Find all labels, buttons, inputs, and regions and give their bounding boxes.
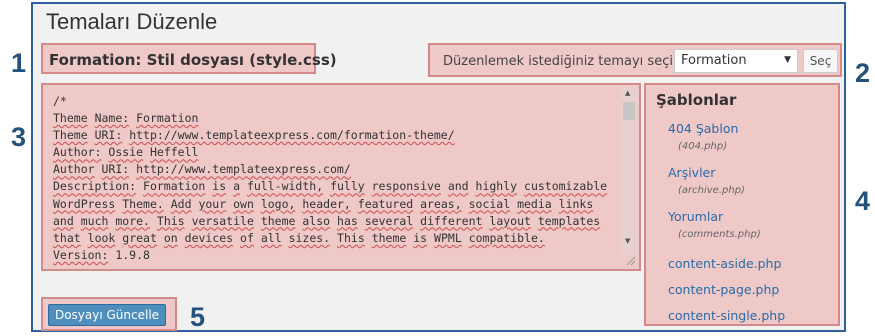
page-title: Temaları Düzenle [46,9,218,34]
theme-picker-label: Düzenlemek istediğiniz temayı seçin: [443,54,686,69]
template-item[interactable]: content-page.php [668,282,779,297]
templates-sidebar: Şablonlar 404 Şablon (404.php) Arşivler … [644,83,840,326]
code-line: Description: Formation is a full-width, … [53,179,608,194]
scroll-down-icon[interactable]: ▼ [625,237,630,245]
code-line: Theme URI: http://www.templateexpress.co… [53,128,455,143]
code-editor-text[interactable]: /* Theme Name: Formation Theme URI: http:/… [53,93,621,264]
code-line: and much more. This versatile theme also… [53,213,601,228]
file-title-area: Formation: Stil dosyası (style.css) [41,43,337,74]
code-line: that look great on devices of all sizes.… [53,230,545,245]
template-filename: (404.php) [678,141,728,152]
code-line: Author: Ossie Heffell [53,145,199,160]
template-link[interactable]: Yorumlar [668,209,761,224]
update-file-button[interactable]: Dosyayı Güncelle [48,304,166,326]
theme-select-value: Formation [681,53,747,68]
template-item[interactable]: content-single.php [668,308,785,323]
scrollbar-thumb[interactable] [623,102,635,120]
dropdown-arrow-icon: ▼ [784,55,791,65]
marker-4: 4 [855,186,871,216]
code-line: Version: 1.9.8 [53,247,150,262]
update-area: Dosyayı Güncelle [41,297,177,331]
template-filename: (archive.php) [678,185,745,196]
template-item[interactable]: Arşivler (archive.php) [668,165,745,196]
template-link[interactable]: content-aside.php [668,256,781,271]
select-theme-button[interactable]: Seç [803,49,838,73]
code-line: Theme Name: Formation [53,111,199,126]
marker-1: 1 [11,48,27,78]
template-link[interactable]: content-single.php [668,308,785,323]
marker-3: 3 [11,122,27,152]
resize-handle-icon[interactable] [624,254,636,266]
template-item[interactable]: Yorumlar (comments.php) [668,209,761,240]
code-line: Author URI: http://www.templateexpress.c… [53,162,351,177]
template-filename: (comments.php) [678,229,761,240]
template-link[interactable]: 404 Şablon [668,121,738,136]
templates-heading: Şablonlar [656,91,737,109]
marker-2: 2 [855,58,871,88]
theme-select[interactable]: Formation ▼ [674,49,798,73]
template-item[interactable]: 404 Şablon (404.php) [668,121,738,152]
theme-picker: Düzenlemek istediğiniz temayı seçin: For… [428,43,842,77]
code-editor[interactable]: /* Theme Name: Formation Theme URI: http:/… [41,83,641,271]
scroll-up-icon[interactable]: ▲ [625,89,630,97]
code-line: WordPress Theme. Add your own logo, head… [53,196,594,211]
code-line: /* [53,94,67,108]
template-item[interactable]: content-aside.php [668,256,781,271]
file-title: Formation: Stil dosyası (style.css) [49,51,337,69]
template-link[interactable]: Arşivler [668,165,745,180]
marker-5: 5 [190,302,206,332]
template-link[interactable]: content-page.php [668,282,779,297]
